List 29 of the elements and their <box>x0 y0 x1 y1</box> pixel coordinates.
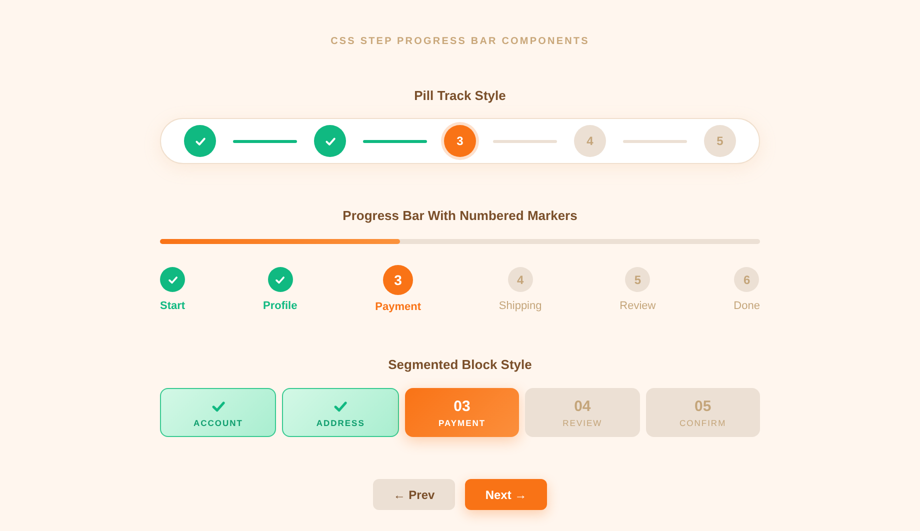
section-heading: Pill Track Style <box>414 88 506 103</box>
check-icon <box>274 274 286 286</box>
step-circle: 3 <box>444 125 476 157</box>
step-label: ADDRESS <box>316 418 365 428</box>
section-heading: Progress Bar With Numbered Markers <box>342 208 578 223</box>
step-marker: 5 <box>625 267 650 292</box>
page-title: CSS STEP PROGRESS BAR COMPONENTS <box>330 36 590 47</box>
step-label: REVIEW <box>562 418 602 428</box>
step-label: PAYMENT <box>438 418 486 428</box>
section-heading: Segmented Block Style <box>388 357 532 372</box>
step-label: CONFIRM <box>679 418 726 428</box>
step-label: Done <box>734 300 760 312</box>
step-number: 04 <box>574 398 591 414</box>
step-label: Payment <box>375 301 421 313</box>
check-icon <box>166 274 179 286</box>
step-marker: 3 <box>383 265 414 295</box>
step-label: Start <box>160 300 186 312</box>
step-marker: 6 <box>734 267 760 292</box>
step-label: Profile <box>262 300 298 312</box>
step-number: 05 <box>694 398 712 414</box>
step-circle: 4 <box>574 125 606 157</box>
prev-button[interactable]: ← Prev <box>373 479 455 510</box>
next-button[interactable]: Next → <box>465 479 547 510</box>
step-circle: 5 <box>704 125 736 157</box>
step-marker: 4 <box>508 267 533 292</box>
step-label: ACCOUNT <box>193 418 243 428</box>
step-label: Review <box>620 300 656 312</box>
step-number: 03 <box>454 398 470 414</box>
step-label: Shipping <box>498 300 542 312</box>
